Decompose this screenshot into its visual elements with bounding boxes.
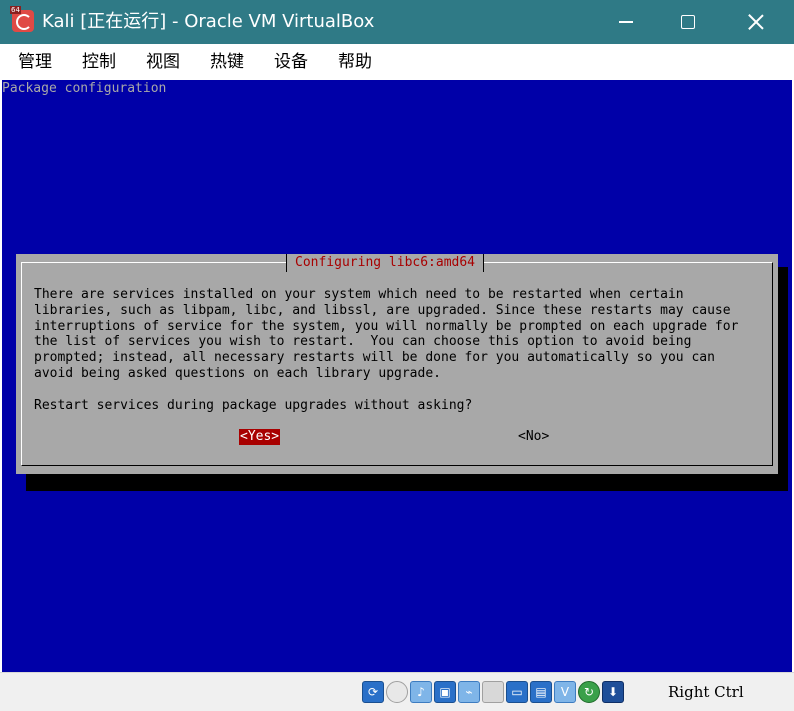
recording-icon[interactable]: V [554, 681, 576, 703]
close-button[interactable] [726, 0, 786, 44]
virtualbox-app-icon: 64 [10, 6, 34, 32]
menu-item-help[interactable]: 帮助 [338, 51, 372, 73]
app-icon-badge: 64 [10, 6, 21, 14]
optical-drive-icon[interactable] [386, 681, 408, 703]
menu-item-hotkeys[interactable]: 热键 [210, 51, 244, 73]
video-capture-icon[interactable]: ▤ [530, 681, 552, 703]
dialog-title: Configuring libc6:amd64 [286, 254, 485, 272]
audio-icon[interactable]: ♪ [410, 681, 432, 703]
maximize-button[interactable] [658, 0, 718, 44]
menu-item-devices[interactable]: 设备 [274, 51, 308, 73]
hard-disk-icon[interactable]: ⟳ [362, 681, 384, 703]
close-icon [748, 14, 764, 30]
menu-item-view[interactable]: 视图 [146, 51, 180, 73]
window-titlebar[interactable]: 64 Kali [正在运行] - Oracle VM VirtualBox [0, 0, 794, 44]
status-icons: ⟳ ♪ ▣ ⌁ ▭ ▤ V ↻ ⬇ [362, 680, 624, 704]
configuration-dialog: Configuring libc6:amd64 There are servic… [16, 254, 778, 474]
no-button[interactable]: <No> [518, 429, 549, 445]
yes-button[interactable]: <Yes> [239, 429, 281, 445]
menu-bar: 管理 控制 视图 热键 设备 帮助 [0, 44, 794, 80]
package-configuration-header: Package configuration [2, 81, 167, 96]
menu-item-control[interactable]: 控制 [82, 51, 116, 73]
display-icon[interactable]: ▭ [506, 681, 528, 703]
window-title: Kali [正在运行] - Oracle VM VirtualBox [42, 11, 375, 32]
vm-screen[interactable]: Package configuration Configuring libc6:… [2, 80, 792, 672]
menu-item-manage[interactable]: 管理 [18, 51, 52, 73]
status-bar: ⟳ ♪ ▣ ⌁ ▭ ▤ V ↻ ⬇ Right Ctrl [0, 672, 794, 711]
network-icon[interactable]: ▣ [434, 681, 456, 703]
dialog-message: There are services installed on your sys… [34, 287, 739, 381]
cpu-virtualization-icon[interactable]: ↻ [578, 681, 600, 703]
minimize-icon [619, 21, 633, 23]
usb-icon[interactable]: ⌁ [458, 681, 480, 703]
minimize-button[interactable] [596, 0, 656, 44]
maximize-icon [681, 15, 695, 29]
dialog-question: Restart services during package upgrades… [34, 398, 473, 413]
host-key-label: Right Ctrl [668, 683, 744, 701]
shared-folders-icon[interactable] [482, 681, 504, 703]
mouse-integration-icon[interactable]: ⬇ [602, 681, 624, 703]
